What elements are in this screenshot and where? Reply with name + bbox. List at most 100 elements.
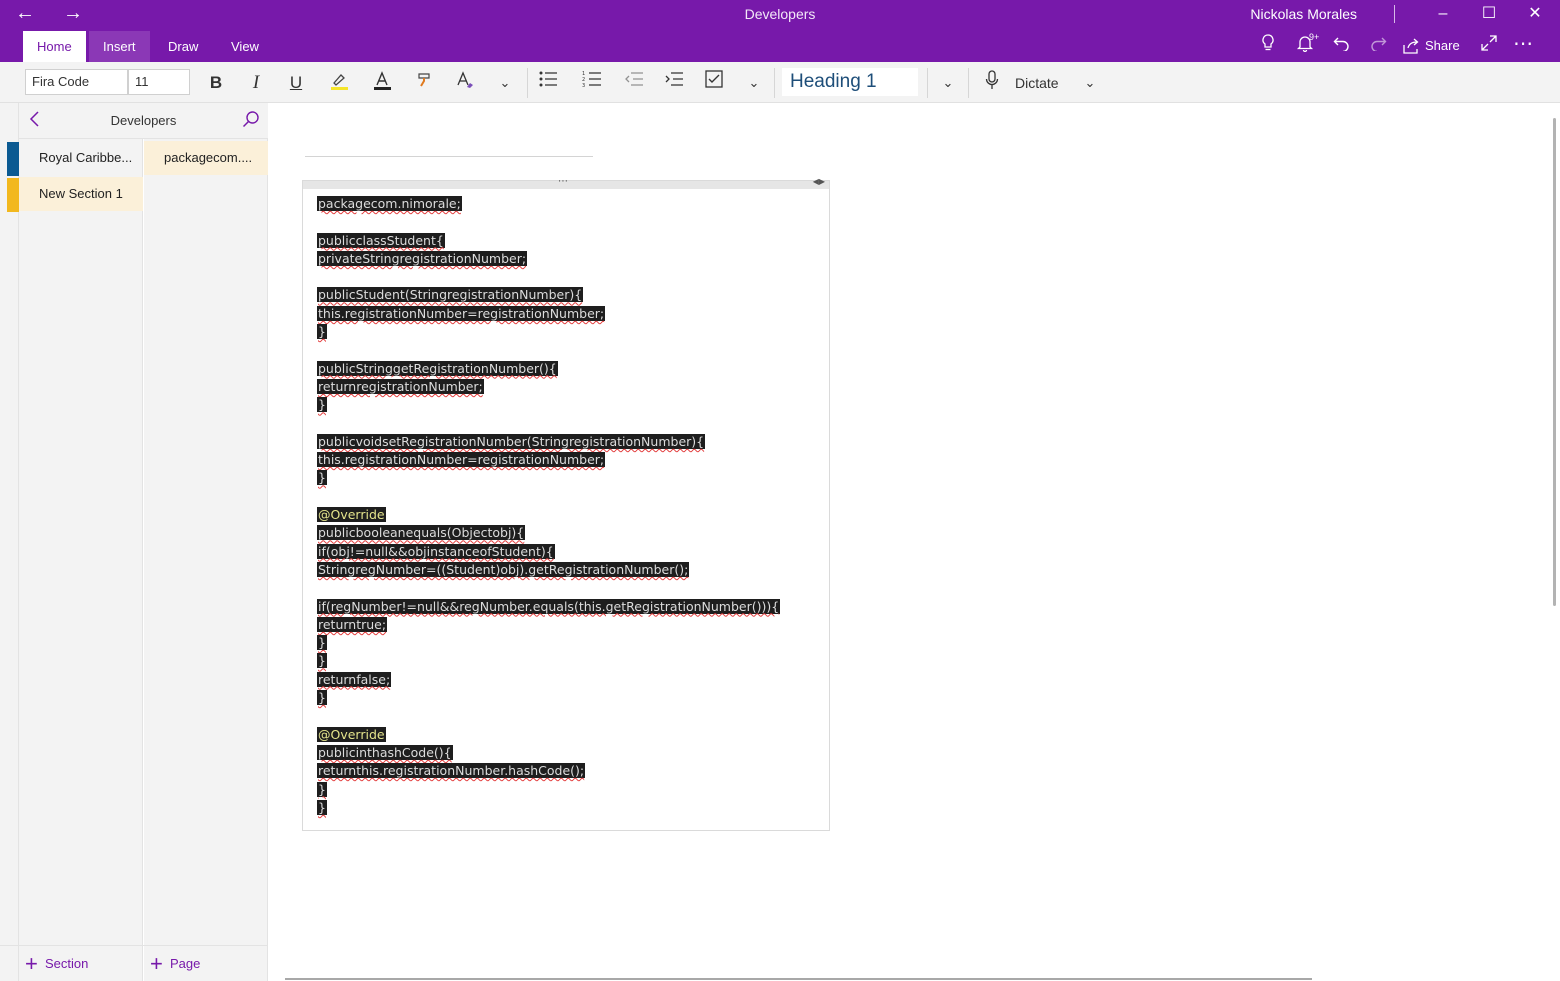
note-container[interactable]: ⋯ ◀▶ packagecom.nimorale; publicclassStu… [302,176,830,831]
code-block[interactable]: packagecom.nimorale; publicclassStudent{… [317,195,781,817]
add-page-button[interactable]: + Page [144,946,200,981]
code-line: privateStringregistrationNumber; [317,250,780,268]
code-line: returnfalse; [317,671,780,689]
microphone-icon[interactable] [976,70,1008,96]
tab-insert[interactable]: Insert [89,31,150,62]
notebook-edge [0,103,19,981]
share-label: Share [1425,38,1460,53]
note-container-handle[interactable]: ⋯ ◀▶ [303,176,829,189]
dictate-chevron-icon[interactable]: ⌄ [1074,70,1106,96]
code-line: } [317,689,780,707]
code-line-text: returnregistrationNumber; [317,378,484,394]
add-page-label: Page [170,956,201,971]
code-line: publicvoidsetRegistrationNumber(Stringre… [317,433,780,451]
user-name[interactable]: Nickolas Morales [1250,6,1357,22]
increase-indent-icon[interactable] [658,70,690,96]
code-line: } [317,469,780,487]
add-section-label: Section [45,956,89,971]
maximize-icon[interactable]: ☐ [1474,4,1504,24]
clear-formatting-icon[interactable] [449,70,481,96]
code-line: } [317,799,780,817]
toolbar-separator [774,68,775,98]
resize-arrows-icon[interactable]: ◀▶ [813,177,825,186]
code-line-text: } [317,635,327,651]
code-line: packagecom.nimorale; [317,195,780,213]
minimize-icon[interactable]: – [1428,4,1458,24]
code-line: publicinthashCode(){ [317,744,780,762]
code-line: returntrue; [317,616,780,634]
code-line: if(obj!=null&&objinstanceofStudent){ [317,543,780,561]
numbered-list-icon[interactable]: 123 [576,70,608,96]
bullet-list-icon[interactable] [532,70,564,96]
code-line-text: publicclassStudent{ [317,232,445,248]
bold-icon[interactable]: B [200,70,232,96]
home-toolbar: Fira Code 11 B I U ⌄ 123 ⌄ Heading 1 ⌄ D… [0,62,1560,103]
style-selector[interactable]: Heading 1 [782,68,918,96]
styles-chevron-icon[interactable]: ⌄ [932,70,964,96]
share-icon [1403,33,1420,63]
more-options-icon[interactable]: ⋯ [1511,34,1535,58]
redo-icon[interactable] [1366,34,1390,58]
paragraph-more-chevron-icon[interactable]: ⌄ [738,70,770,96]
decrease-indent-icon[interactable] [618,70,650,96]
tab-draw[interactable]: Draw [154,31,212,62]
code-line-text: returnthis.registrationNumber.hashCode()… [317,763,586,779]
font-more-chevron-icon[interactable]: ⌄ [489,70,521,96]
code-line-text: returnfalse; [317,671,392,687]
code-line: StringregNumber=((Student)obj).getRegist… [317,561,780,579]
section-item-royal-caribbean[interactable]: Royal Caribbe... [19,141,143,175]
code-line: } [317,634,780,652]
section-item-new-section-1[interactable]: New Section 1 [19,177,143,211]
code-line: @Override [317,726,780,744]
lightbulb-icon[interactable] [1256,34,1280,58]
highlighter-icon[interactable] [323,70,355,96]
drag-dots-icon[interactable]: ⋯ [558,176,568,187]
code-line: } [317,652,780,670]
code-line-text: } [317,653,327,669]
code-line: @Override [317,506,780,524]
code-line: } [317,396,780,414]
code-line: publicStudent(StringregistrationNumber){ [317,286,780,304]
code-line-text: publicStringgetRegistrationNumber(){ [317,360,558,376]
vertical-scrollbar[interactable] [1553,118,1556,606]
code-line-text: this.registrationNumber=registrationNumb… [317,305,606,321]
toolbar-separator [927,68,928,98]
font-name-field[interactable]: Fira Code [25,69,128,95]
code-line-text: } [317,470,327,486]
notebook-title[interactable]: Developers [19,113,268,128]
plus-icon: + [150,951,163,976]
notification-badge: 9+ [1309,32,1320,42]
todo-checkbox-icon[interactable] [698,70,730,96]
pages-pane [144,103,268,981]
code-line-text: @Override [317,507,386,523]
format-painter-icon[interactable] [409,70,441,96]
font-color-icon[interactable] [366,70,398,96]
toolbar-separator [968,68,969,98]
underline-icon[interactable]: U [280,70,312,96]
search-icon[interactable] [242,110,260,133]
undo-icon[interactable] [1330,34,1354,58]
page-title-field[interactable] [305,156,593,157]
plus-icon: + [25,951,38,976]
code-line-text: packagecom.nimorale; [317,196,462,211]
code-line-text: returntrue; [317,616,388,632]
code-line: returnregistrationNumber; [317,378,780,396]
tab-view[interactable]: View [217,31,273,62]
horizontal-scrollbar[interactable] [285,978,1312,980]
close-icon[interactable]: ✕ [1520,4,1550,24]
dictate-button[interactable]: Dictate [1015,70,1059,96]
share-button[interactable]: Share [1403,33,1460,59]
fullscreen-icon[interactable] [1477,34,1501,58]
code-line-text: this.registrationNumber=registrationNumb… [317,452,606,468]
italic-icon[interactable]: I [240,70,272,96]
add-section-button[interactable]: + Section [19,946,88,981]
page-item-packagecom[interactable]: packagecom.... [144,141,268,175]
tab-home[interactable]: Home [23,31,86,62]
code-line-text: publicbooleanequals(Objectobj){ [317,525,526,541]
font-size-field[interactable]: 11 [128,69,190,95]
